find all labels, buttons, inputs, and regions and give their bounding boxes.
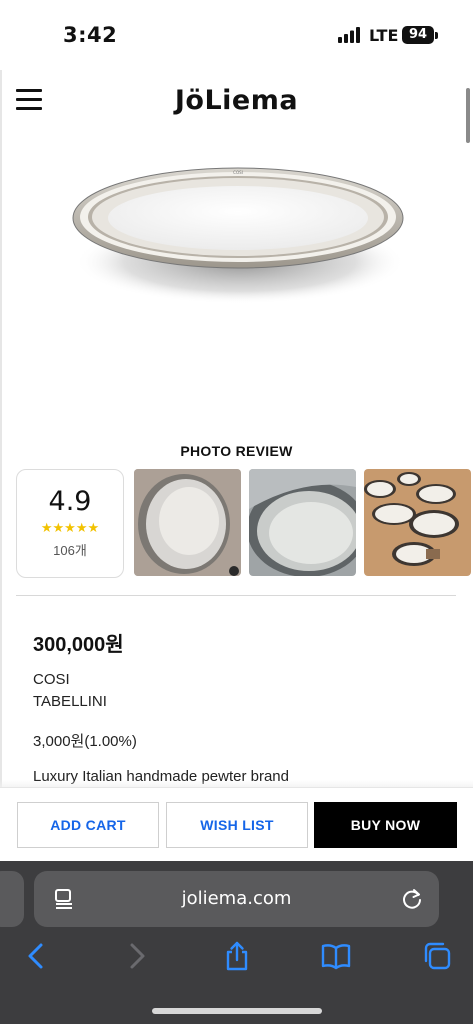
forward-icon[interactable] — [122, 941, 152, 971]
photo-review-thumbnail-2[interactable] — [249, 469, 356, 576]
reload-icon[interactable] — [400, 887, 424, 911]
section-divider — [16, 595, 456, 596]
page-edge — [0, 70, 2, 860]
status-time: 3:42 — [63, 23, 118, 47]
wish-list-button[interactable]: WISH LIST — [166, 802, 308, 848]
photo-review-title: PHOTO REVIEW — [180, 443, 293, 459]
home-indicator[interactable] — [152, 1008, 322, 1014]
bookmarks-icon[interactable] — [321, 941, 351, 971]
photo-review-thumbnail-1[interactable] — [134, 469, 241, 576]
product-line: TABELLINI — [33, 693, 107, 710]
rating-value: 4.9 — [48, 486, 92, 517]
svg-text:COSI: COSI — [233, 170, 243, 175]
rating-card[interactable]: 4.9 ★★★★★ 106개 — [16, 469, 124, 578]
site-logo[interactable]: JöLiema — [0, 85, 473, 116]
product-image[interactable]: COSI — [60, 150, 420, 320]
photo-review-thumbnail-3[interactable] — [364, 469, 471, 576]
share-icon[interactable] — [222, 941, 252, 971]
battery-tip — [435, 32, 438, 39]
review-count: 106개 — [53, 543, 87, 558]
brand-name: COSI — [33, 671, 70, 688]
browser-toolbar: joliema.com — [0, 861, 473, 1024]
status-bar: 3:42 LTE 94 — [0, 0, 473, 70]
back-icon[interactable] — [21, 941, 51, 971]
product-price: 300,000원 — [33, 634, 124, 656]
star-rating-icon: ★★★★★ — [40, 520, 100, 535]
previous-tab-preview[interactable] — [0, 871, 24, 927]
tabs-icon[interactable] — [422, 941, 452, 971]
add-cart-button[interactable]: ADD CART — [17, 802, 159, 848]
reward-points: 3,000원(1.00%) — [33, 733, 137, 750]
cellular-signal-icon — [338, 27, 360, 43]
battery-icon: 94 — [402, 26, 434, 44]
scrollbar[interactable] — [466, 88, 470, 143]
address-bar[interactable]: joliema.com — [34, 871, 439, 927]
url-text[interactable]: joliema.com — [34, 888, 439, 909]
buy-now-button[interactable]: BUY NOW — [314, 802, 457, 848]
network-type: LTE — [369, 26, 399, 45]
action-bar: ADD CART WISH LIST BUY NOW — [0, 787, 473, 861]
